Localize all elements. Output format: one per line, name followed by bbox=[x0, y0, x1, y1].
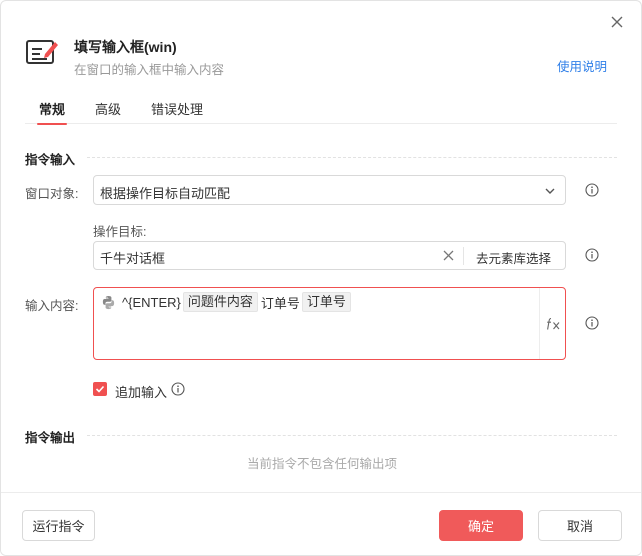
info-icon[interactable] bbox=[585, 183, 599, 197]
info-icon[interactable] bbox=[171, 382, 185, 396]
dialog-subtitle: 在窗口的输入框中输入内容 bbox=[74, 63, 225, 77]
tab-general[interactable]: 常规 bbox=[36, 99, 68, 125]
tab-error-handling[interactable]: 错误处理 bbox=[151, 99, 203, 124]
element-library-button[interactable]: 去元素库选择 bbox=[476, 248, 551, 267]
section-divider bbox=[87, 157, 617, 158]
confirm-button[interactable]: 确定 bbox=[439, 510, 523, 541]
empty-output-message: 当前指令不包含任何输出项 bbox=[246, 457, 397, 471]
dialog-title: 填写输入框(win) bbox=[74, 39, 177, 55]
tab-advanced[interactable]: 高级 bbox=[95, 99, 121, 124]
operation-target-value: 千牛对话框 bbox=[100, 251, 166, 266]
dialog-footer: 运行指令 确定 取消 bbox=[1, 492, 641, 555]
fx-icon bbox=[546, 317, 559, 330]
content-text-token: 订单号 bbox=[260, 295, 300, 311]
help-link[interactable]: 使用说明 bbox=[557, 56, 607, 75]
window-object-value: 根据操作目标自动匹配 bbox=[100, 186, 231, 201]
info-icon[interactable] bbox=[585, 248, 599, 262]
section-divider bbox=[87, 435, 617, 436]
append-input-checkbox[interactable] bbox=[93, 382, 107, 396]
variable-chip[interactable]: 订单号 bbox=[301, 292, 351, 312]
python-icon bbox=[102, 295, 115, 309]
checkmark-icon bbox=[95, 385, 105, 393]
field-divider bbox=[463, 247, 464, 265]
tab-bar: 常规 高级 错误处理 bbox=[25, 99, 617, 125]
edit-form-icon bbox=[26, 40, 58, 64]
content-text-token: ^{ENTER} bbox=[122, 294, 181, 310]
clear-icon[interactable] bbox=[443, 250, 454, 261]
operation-target-field[interactable]: 千牛对话框 去元素库选择 bbox=[93, 241, 566, 270]
info-icon[interactable] bbox=[585, 316, 599, 330]
cancel-button[interactable]: 取消 bbox=[538, 510, 622, 541]
fx-button[interactable] bbox=[539, 288, 565, 359]
variable-chip[interactable]: 问题件内容 bbox=[182, 292, 258, 312]
chevron-down-icon bbox=[545, 188, 555, 194]
input-content-label: 输入内容: bbox=[25, 299, 79, 313]
input-section-title: 指令输入 bbox=[25, 153, 76, 167]
dialog: 填写输入框(win) 在窗口的输入框中输入内容 使用说明 常规 高级 错误处理 … bbox=[0, 0, 642, 556]
close-icon bbox=[611, 16, 623, 28]
operation-target-label: 操作目标: bbox=[93, 225, 147, 239]
append-input-label[interactable]: 追加输入 bbox=[115, 382, 167, 401]
window-object-label: 窗口对象: bbox=[25, 187, 79, 201]
close-button[interactable] bbox=[609, 14, 625, 30]
output-section-title: 指令输出 bbox=[25, 431, 76, 445]
run-command-button[interactable]: 运行指令 bbox=[22, 510, 95, 541]
window-object-select[interactable]: 根据操作目标自动匹配 bbox=[93, 175, 566, 205]
content-tokens: ^{ENTER} 问题件内容 订单号 订单号 bbox=[101, 292, 354, 312]
input-content-editor[interactable]: ^{ENTER} 问题件内容 订单号 订单号 bbox=[93, 287, 566, 360]
